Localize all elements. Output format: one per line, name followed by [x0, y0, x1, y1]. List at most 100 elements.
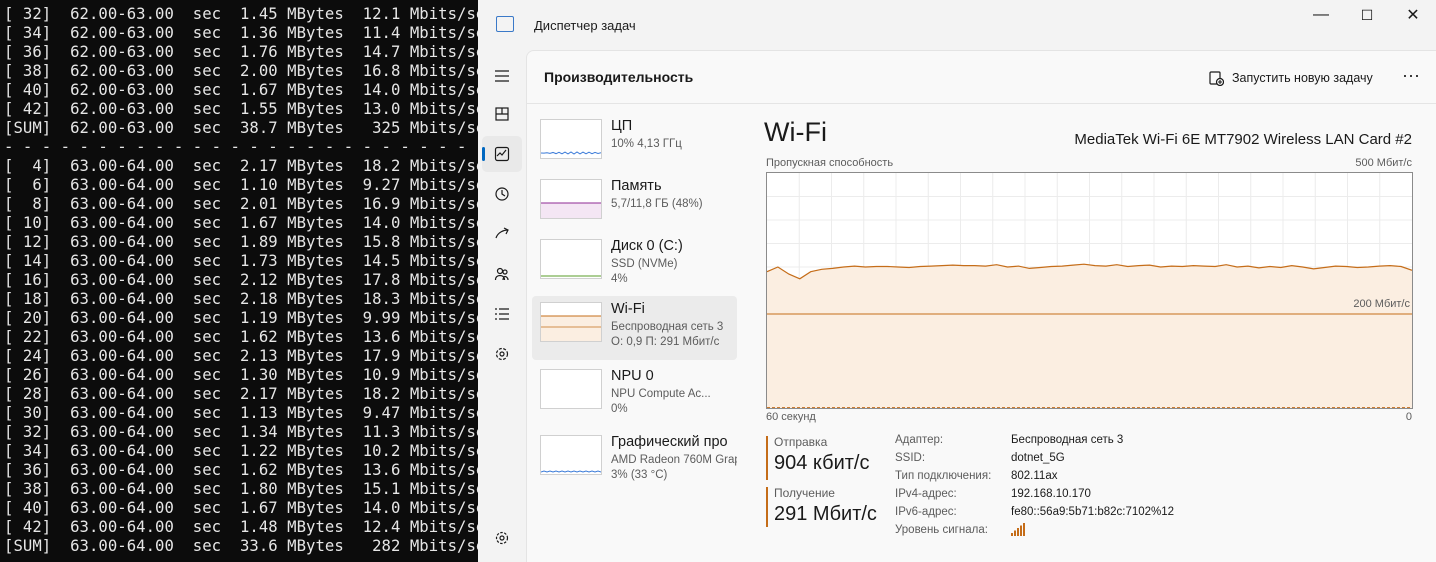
signal-bar: [1014, 530, 1016, 536]
more-options-button[interactable]: ···: [1399, 65, 1423, 89]
signal-bar: [1011, 533, 1013, 536]
property-key: Тип подключения:: [895, 470, 992, 482]
signal-bar: [1020, 525, 1022, 536]
resource-name: Wi-Fi: [611, 301, 645, 317]
property-value: dotnet_5G: [1011, 452, 1065, 464]
nav-performance[interactable]: [482, 136, 522, 172]
graph-max-label: 500 Мбит/с: [1355, 157, 1412, 169]
resource-thumbnail: [540, 179, 602, 219]
terminal-line: [ 32] 63.00-64.00 sec 1.34 MBytes 11.3 M…: [4, 423, 478, 441]
graph-mid-label: 200 Мбит/с: [1353, 298, 1410, 310]
nav-settings[interactable]: [482, 520, 522, 556]
property-key: IPv6-адрес:: [895, 506, 957, 518]
performance-icon: [494, 146, 510, 162]
nav-app-history[interactable]: [482, 176, 522, 212]
throughput-chart: [766, 173, 1413, 409]
terminal-window[interactable]: [ 32] 62.00-63.00 sec 1.45 MBytes 12.1 M…: [0, 0, 478, 562]
resource-item[interactable]: ЦП 10% 4,13 ГГц: [532, 113, 737, 177]
terminal-line: [ 20] 63.00-64.00 sec 1.19 MBytes 9.99 M…: [4, 309, 478, 327]
minimize-button[interactable]: —: [1298, 0, 1344, 30]
nav-users[interactable]: [482, 256, 522, 292]
terminal-line: [ 34] 63.00-64.00 sec 1.22 MBytes 10.2 M…: [4, 442, 478, 460]
task-manager-app-icon: [496, 16, 514, 32]
terminal-line: [ 38] 63.00-64.00 sec 1.80 MBytes 15.1 M…: [4, 480, 478, 498]
resource-detail: О: 0,9 П: 291 Мбит/с: [611, 336, 720, 348]
title-bar[interactable]: Диспетчер задач — ☐ ✕: [478, 0, 1436, 50]
adapter-name: MediaTek Wi-Fi 6E MT7902 Wireless LAN Ca…: [1074, 131, 1412, 148]
thumbnail-graph: [541, 315, 601, 341]
property-key: Уровень сигнала:: [895, 524, 988, 536]
terminal-line: [SUM] 63.00-64.00 sec 33.6 MBytes 282 Mb…: [4, 537, 478, 555]
nav-details[interactable]: [482, 296, 522, 332]
property-key: Адаптер:: [895, 434, 944, 446]
resource-item[interactable]: NPU 0 NPU Compute Ac... 0%: [532, 363, 737, 427]
close-button[interactable]: ✕: [1390, 0, 1436, 30]
resource-name: Диск 0 (C:): [611, 238, 683, 254]
content-panel: Производительность Запустить новую задач…: [526, 50, 1436, 562]
resource-name: Графический про: [611, 434, 728, 450]
receive-area: [767, 264, 1412, 408]
run-task-label: Запустить новую задачу: [1232, 71, 1373, 85]
resource-item[interactable]: Диск 0 (C:) SSD (NVMe) 4%: [532, 233, 737, 297]
send-indicator: [766, 436, 768, 480]
task-manager-window: Диспетчер задач — ☐ ✕ Производительность…: [478, 0, 1436, 562]
receive-value: 291 Мбит/с: [774, 503, 877, 525]
resource-thumbnail: [540, 435, 602, 475]
signal-bar: [1017, 528, 1019, 536]
details-icon: [495, 308, 509, 320]
terminal-line: [ 38] 62.00-63.00 sec 2.00 MBytes 16.8 M…: [4, 62, 478, 80]
resource-detail: 0%: [611, 403, 628, 415]
resource-item[interactable]: Wi-Fi Беспроводная сеть 3 О: 0,9 П: 291 Мб…: [532, 296, 737, 360]
property-value: 802.11ax: [1011, 470, 1058, 482]
thumbnail-graph: [541, 275, 601, 277]
graph-time-label: 60 секунд: [766, 411, 816, 423]
maximize-button[interactable]: ☐: [1344, 0, 1390, 30]
nav-startup-apps[interactable]: [482, 216, 522, 252]
window-title: Диспетчер задач: [534, 18, 636, 33]
resource-name: ЦП: [611, 118, 633, 134]
signal-bar: [1023, 523, 1025, 536]
resource-item[interactable]: Память 5,7/11,8 ГБ (48%): [532, 173, 737, 237]
run-task-icon: [1209, 70, 1224, 86]
terminal-line: [ 24] 63.00-64.00 sec 2.13 MBytes 17.9 M…: [4, 347, 478, 365]
property-key: SSID:: [895, 452, 926, 464]
resource-thumbnail: [540, 369, 602, 409]
send-value: 904 кбит/с: [774, 452, 870, 474]
nav-processes[interactable]: [482, 96, 522, 132]
resource-subtitle: 5,7/11,8 ГБ (48%): [611, 198, 703, 210]
resource-thumbnail: [540, 119, 602, 159]
resource-subtitle: Беспроводная сеть 3: [611, 321, 724, 333]
signal-strength-icon: [1011, 523, 1025, 536]
resource-name: Память: [611, 178, 662, 194]
terminal-line: [ 32] 62.00-63.00 sec 1.45 MBytes 12.1 M…: [4, 5, 478, 23]
property-key: IPv4-адрес:: [895, 488, 957, 500]
app-history-icon: [495, 187, 509, 201]
hamburger-menu-button[interactable]: [482, 58, 522, 94]
resource-thumbnail: [540, 302, 602, 342]
resource-item[interactable]: Графический про AMD Radeon 760M Grap 3% (3…: [532, 429, 737, 493]
terminal-line: - - - - - - - - - - - - - - - - - - - - …: [4, 138, 478, 156]
terminal-line: [ 14] 63.00-64.00 sec 1.73 MBytes 14.5 M…: [4, 252, 478, 270]
detail-title: Wi-Fi: [764, 117, 827, 147]
terminal-line: [ 34] 62.00-63.00 sec 1.36 MBytes 11.4 M…: [4, 24, 478, 42]
terminal-line: [ 12] 63.00-64.00 sec 1.89 MBytes 15.8 M…: [4, 233, 478, 251]
terminal-line: [ 42] 63.00-64.00 sec 1.48 MBytes 12.4 M…: [4, 518, 478, 536]
thumbnail-graph: [541, 370, 601, 408]
property-value: 192.168.10.170: [1011, 488, 1091, 500]
terminal-line: [ 28] 63.00-64.00 sec 2.17 MBytes 18.2 M…: [4, 385, 478, 403]
startup-apps-icon: [495, 227, 509, 239]
receive-label: Получение: [774, 486, 835, 500]
run-new-task-button[interactable]: Запустить новую задачу: [1209, 67, 1373, 89]
terminal-line: [ 30] 63.00-64.00 sec 1.13 MBytes 9.47 M…: [4, 404, 478, 422]
graph-label: Пропускная способность: [766, 157, 894, 169]
thumbnail-graph: [541, 202, 601, 218]
thumbnail-graph: [541, 151, 601, 155]
property-value: fe80::56a9:5b71:b82c:7102%12: [1011, 506, 1175, 518]
resource-subtitle: AMD Radeon 760M Grap: [611, 454, 737, 466]
property-value: Беспроводная сеть 3: [1011, 434, 1124, 446]
nav-services[interactable]: [482, 336, 522, 372]
header-divider: [527, 103, 1436, 104]
throughput-graph: 200 Мбит/с: [766, 172, 1413, 409]
resource-thumbnail: [540, 239, 602, 279]
processes-icon: [495, 107, 509, 121]
